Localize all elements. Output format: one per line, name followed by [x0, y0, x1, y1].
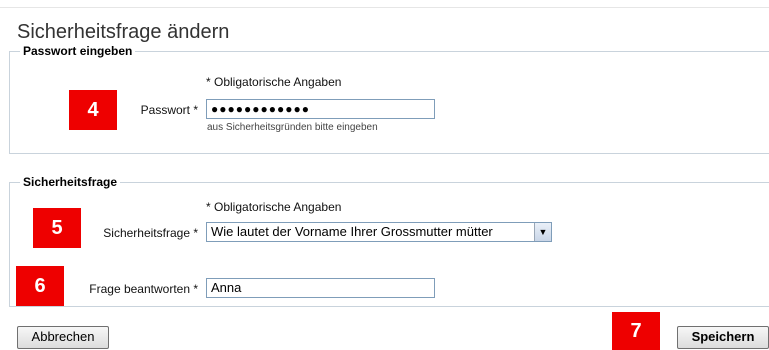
step-badge-7: 7: [612, 312, 660, 350]
step-badge-5: 5: [33, 208, 81, 248]
required-note: * Obligatorische Angaben: [206, 200, 342, 214]
save-button[interactable]: Speichern: [677, 326, 769, 349]
chevron-down-icon[interactable]: ▼: [534, 223, 551, 241]
step-badge-4: 4: [69, 90, 117, 130]
answer-input[interactable]: Anna: [206, 278, 435, 298]
top-divider: [0, 7, 769, 8]
page-title: Sicherheitsfrage ändern: [17, 21, 230, 43]
cancel-button[interactable]: Abbrechen: [17, 326, 109, 349]
security-question-select[interactable]: Wie lautet der Vorname Ihrer Grossmutter…: [206, 222, 552, 242]
step-badge-6: 6: [16, 266, 64, 306]
password-input[interactable]: ●●●●●●●●●●●●: [206, 99, 435, 119]
password-label: Passwort *: [140, 103, 198, 117]
password-legend: Passwort eingeben: [23, 44, 133, 58]
security-question-label: Sicherheitsfrage *: [103, 226, 198, 240]
security-question-legend: Sicherheitsfrage: [23, 175, 118, 189]
security-question-value: Wie lautet der Vorname Ihrer Grossmutter…: [211, 224, 493, 239]
answer-label: Frage beantworten *: [89, 282, 198, 296]
password-hint: aus Sicherheitsgründen bitte eingeben: [207, 122, 378, 133]
required-note: * Obligatorische Angaben: [206, 75, 342, 89]
